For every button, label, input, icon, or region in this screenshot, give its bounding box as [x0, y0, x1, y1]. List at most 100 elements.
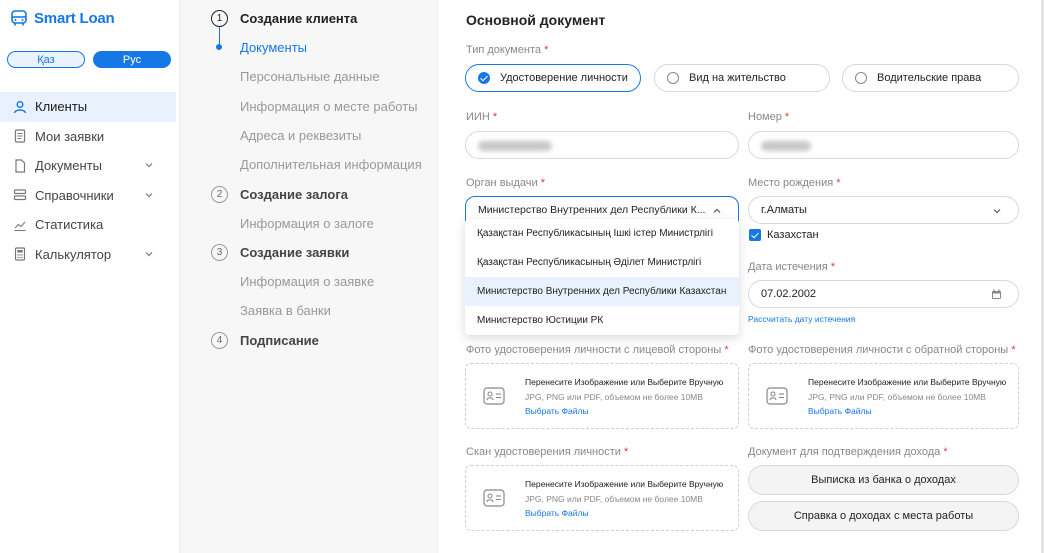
sidebar-item-label: Калькулятор — [35, 246, 112, 262]
doc-type-id-card[interactable]: Удостоверение личности — [465, 64, 641, 92]
upload-hint: JPG, PNG или PDF, объемом не более 10MB — [525, 392, 703, 402]
photo-back-dropzone[interactable]: Перенесите Изображение или Выберите Вруч… — [748, 363, 1019, 429]
checkbox-checked-icon — [749, 229, 761, 241]
main-form: Основной документ Тип документа * Удосто… — [438, 0, 1044, 553]
sidebar-item-clients[interactable]: Клиенты — [0, 92, 176, 122]
calculator-icon — [13, 247, 27, 261]
photo-back-label: Фото удостоверения личности с обратной с… — [748, 344, 1016, 356]
step-sub-label: Дополнительная информация — [240, 156, 422, 172]
label-text: Документ для подтверждения дохода — [748, 446, 941, 458]
doc-type-residence-permit[interactable]: Вид на жительство — [654, 64, 830, 92]
sidebar-item-calculator[interactable]: Калькулятор — [0, 240, 176, 270]
chevron-down-icon — [145, 192, 153, 197]
expiry-date-field[interactable]: 07.02.2002 — [748, 280, 1019, 308]
label-text: Тип документа — [466, 44, 542, 56]
step-sub-label: Информация о месте работы — [240, 98, 418, 114]
step-title: Подписание — [240, 332, 319, 348]
option-label: Вид на жительство — [689, 72, 786, 84]
required-mark: * — [492, 111, 498, 123]
sidebar-item-label: Статистика — [35, 217, 104, 233]
iin-field[interactable] — [465, 131, 739, 159]
upload-hint: JPG, PNG или PDF, объемом не более 10MB — [808, 392, 986, 402]
lang-kaz-button[interactable]: Қаз — [7, 51, 85, 68]
required-mark: * — [540, 177, 545, 189]
employer-certificate-button[interactable]: Справка о доходах с места работы — [748, 501, 1019, 531]
choose-files-link[interactable]: Выбрать Файлы — [808, 406, 872, 416]
car-icon — [11, 10, 27, 26]
iin-label: ИИН * — [466, 111, 497, 123]
step-sub-label: Документы — [240, 39, 308, 55]
radio-icon — [667, 72, 679, 84]
required-mark: * — [724, 344, 729, 356]
upload-hint: JPG, PNG или PDF, объемом не более 10MB — [525, 494, 703, 504]
dropdown-option[interactable]: Қазақстан Республикасының Ішкі істер Мин… — [465, 219, 739, 248]
choose-files-link[interactable]: Выбрать Файлы — [525, 406, 589, 416]
language-switch: Қаз Рус — [7, 51, 171, 68]
bank-statement-button[interactable]: Выписка из банка о доходах — [748, 465, 1019, 495]
label-text: Скан удостоверения личности — [466, 446, 621, 458]
step-sub-label: Адреса и реквезиты — [240, 127, 362, 143]
dropdown-option-selected[interactable]: Министерство Внутренних дел Республики К… — [465, 277, 739, 306]
scan-dropzone[interactable]: Перенесите Изображение или Выберите Вруч… — [465, 465, 739, 531]
step-number: 4 — [211, 331, 228, 349]
label-text: Номер — [748, 111, 782, 123]
sidebar-nav: Клиенты Мои заявки Документы Справочники… — [0, 92, 176, 269]
required-mark: * — [784, 111, 790, 123]
radio-checked-icon — [478, 72, 490, 84]
expiry-label: Дата истечения * — [748, 261, 835, 273]
calc-expiry-link[interactable]: Рассчитать дату истечения — [748, 314, 855, 324]
dropdown-option[interactable]: Министерство Юстиции РК — [465, 306, 739, 335]
radio-icon — [855, 72, 867, 84]
step-number: 3 — [211, 243, 228, 261]
label-text: Место рождения — [748, 177, 834, 189]
calendar-icon[interactable] — [991, 289, 1002, 300]
select-value: Министерство Внутренних дел Республики К… — [478, 204, 706, 216]
sidebar-item-statistics[interactable]: Статистика — [0, 210, 176, 240]
sidebar-item-documents[interactable]: Документы — [0, 151, 176, 181]
label-text: Орган выдачи — [466, 177, 538, 189]
required-mark: * — [624, 446, 629, 458]
database-icon — [13, 188, 27, 202]
id-card-icon — [483, 489, 505, 507]
doc-type-label: Тип документа * — [466, 44, 548, 56]
issuer-dropdown: Қазақстан Республикасының Ішкі істер Мин… — [465, 219, 739, 335]
number-field[interactable] — [748, 131, 1019, 159]
number-label: Номер * — [748, 111, 789, 123]
step-sub-label: Заявка в банки — [240, 302, 331, 318]
active-step-dot — [216, 44, 222, 50]
chevron-up-icon — [713, 208, 721, 213]
choose-files-link[interactable]: Выбрать Файлы — [525, 508, 589, 518]
doc-type-drivers-license[interactable]: Водительские права — [842, 64, 1019, 92]
lang-rus-button[interactable]: Рус — [93, 51, 171, 68]
date-value: 07.02.2002 — [761, 288, 817, 300]
label-text: ИИН — [466, 111, 490, 123]
step-number: 2 — [211, 185, 228, 203]
dropdown-option[interactable]: Қазақстан Республикасының Әділет Министр… — [465, 248, 739, 277]
step-sub-label: Персональные данные — [240, 68, 380, 84]
birthplace-select[interactable]: г.Алматы — [748, 196, 1019, 224]
sidebar-item-my-requests[interactable]: Мои заявки — [0, 122, 176, 152]
step-title: Создание клиента — [240, 10, 358, 26]
required-mark: * — [1011, 344, 1016, 356]
required-mark: * — [544, 44, 549, 56]
sidebar-item-references[interactable]: Справочники — [0, 181, 176, 211]
upload-title: Перенесите Изображение или Выберите Вруч… — [808, 377, 1007, 387]
id-card-icon — [483, 387, 505, 405]
checkbox-label: Казахстан — [767, 229, 819, 241]
logo[interactable]: Smart Loan — [10, 9, 115, 27]
photo-front-dropzone[interactable]: Перенесите Изображение или Выберите Вруч… — [465, 363, 739, 429]
redacted-value — [761, 141, 811, 151]
upload-title: Перенесите Изображение или Выберите Вруч… — [525, 479, 724, 489]
kazakhstan-checkbox[interactable]: Казахстан — [749, 229, 819, 241]
option-label: Удостоверение личности — [500, 72, 628, 84]
stepper: 1 Создание клиента Документы Персональны… — [180, 0, 438, 553]
step-sub-label: Информация о заявке — [240, 273, 375, 289]
step-number: 1 — [211, 9, 228, 27]
chart-icon — [13, 218, 27, 232]
required-mark: * — [836, 177, 841, 189]
file-icon — [13, 159, 27, 173]
sidebar: Smart Loan Қаз Рус Клиенты Мои заявки До… — [0, 0, 180, 553]
issuer-label: Орган выдачи * — [466, 177, 545, 189]
chevron-down-icon — [145, 251, 153, 256]
logo-text: Smart Loan — [34, 9, 115, 27]
